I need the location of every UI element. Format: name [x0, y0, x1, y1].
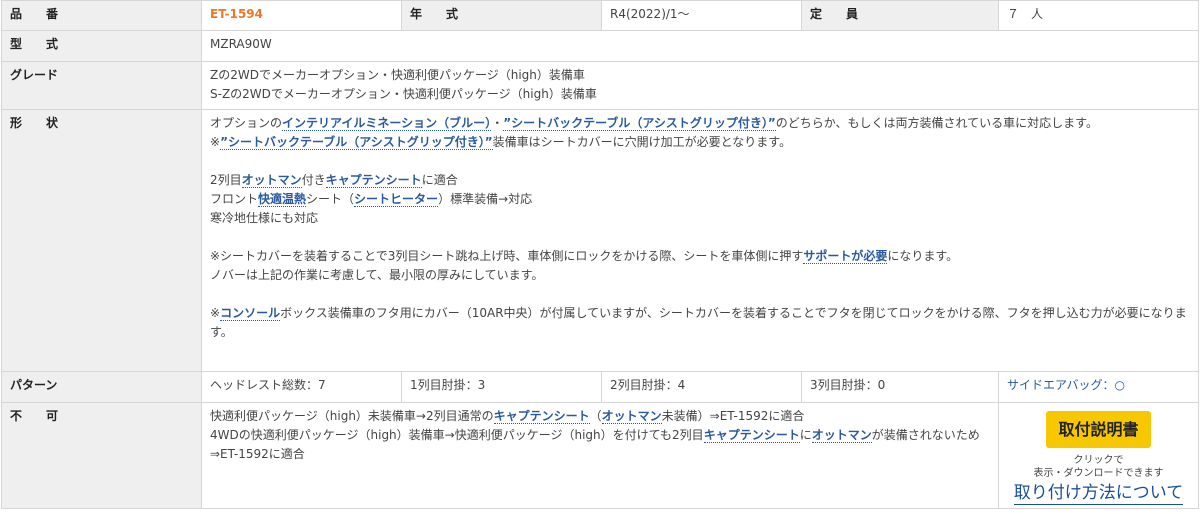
manual-cell: 取付説明書 クリックで 表示・ダウンロードできます 取り付け方法について — [998, 402, 1199, 509]
keyword-captain-seat-3[interactable]: キャプテンシート — [703, 428, 800, 443]
shape-para-3: 2列目オットマン付きキャプテンシートに適合 — [210, 173, 458, 188]
part-number-value: ET-1594 — [201, 0, 402, 31]
grade-line-2: S-Zの2WDでメーカーオプション・快適利便パッケージ（high）装備車 — [210, 87, 597, 101]
year-value: R4(2022)/1～ — [601, 0, 802, 31]
row-model: 型 式 MZRA90W — [1, 30, 1199, 62]
install-manual-button[interactable]: 取付説明書 — [1046, 411, 1151, 448]
label-not-fit: 不 可 — [1, 402, 202, 509]
row-shape: 形 状 オプションのインテリアイルミネーション（ブルー）・”シートバックテーブル… — [1, 109, 1199, 372]
keyword-comfort-heat[interactable]: 快適温熱 — [258, 192, 307, 207]
keyword-ottoman[interactable]: オットマン — [241, 173, 302, 188]
keyword-console[interactable]: コンソール — [220, 306, 281, 321]
shape-para-2: ※”シートバックテーブル（アシストグリップ付き）”装備車はシートカバーに穴開け加… — [210, 135, 792, 150]
keyword-ottoman-2[interactable]: オットマン — [601, 409, 662, 424]
not-fit-line-1: 快適利便パッケージ（high）未装備車→2列目通常のキャプテンシート（オットマン… — [210, 409, 805, 424]
shape-para-5: 寒冷地仕様にも対応 — [210, 211, 319, 225]
label-pattern: パターン — [1, 371, 202, 403]
row-part-number: 品 番 ET-1594 年 式 R4(2022)/1～ 定 員 ７ 人 — [1, 0, 1199, 31]
shape-para-4: フロント快適温熱シート（シートヒーター）標準装備→対応 — [210, 192, 533, 207]
not-fit-line-2: 4WDの快適利便パッケージ（high）装備車→快適利便パッケージ（high）を付… — [210, 428, 980, 461]
keyword-captain-seat[interactable]: キャプテンシート — [325, 173, 422, 188]
label-part-number: 品 番 — [1, 0, 202, 31]
row-grade: グレード Zの2WDでメーカーオプション・快適利便パッケージ（high）装備車 … — [1, 61, 1199, 110]
model-value: MZRA90W — [201, 30, 1199, 62]
row-not-fit: 不 可 快適利便パッケージ（high）未装備車→2列目通常のキャプテンシート（オ… — [1, 402, 1199, 509]
shape-para-7: ノバーは上記の作業に考慮して、最小限の厚みにしています。 — [210, 268, 544, 282]
not-fit-value: 快適利便パッケージ（high）未装備車→2列目通常のキャプテンシート（オットマン… — [201, 402, 999, 509]
keyword-seatback-table-2[interactable]: ”シートバックテーブル（アシストグリップ付き）” — [220, 135, 493, 150]
side-airbag: サイドエアバッグ：○ — [998, 371, 1199, 403]
keyword-seatback-table[interactable]: ”シートバックテーブル（アシストグリップ付き）” — [503, 116, 776, 131]
keyword-interior-illumination[interactable]: インテリアイルミネーション（ブルー） — [282, 116, 492, 131]
grade-value: Zの2WDでメーカーオプション・快適利便パッケージ（high）装備車 S-Zの2… — [201, 61, 1199, 110]
grade-line-1: Zの2WDでメーカーオプション・快適利便パッケージ（high）装備車 — [210, 68, 585, 82]
headrest-count: ヘッドレスト総数：7 — [201, 371, 402, 403]
row3-armrest: 3列目肘掛：0 — [801, 371, 999, 403]
label-capacity: 定 員 — [801, 0, 999, 31]
manual-note: クリックで 表示・ダウンロードできます — [1033, 455, 1164, 479]
keyword-seat-heater[interactable]: シートヒーター — [354, 192, 439, 207]
installation-method-link[interactable]: 取り付け方法について — [1013, 482, 1184, 505]
label-model: 型 式 — [1, 30, 202, 62]
keyword-support-needed[interactable]: サポートが必要 — [803, 249, 888, 264]
label-shape: 形 状 — [1, 109, 202, 372]
shape-value: オプションのインテリアイルミネーション（ブルー）・”シートバックテーブル（アシス… — [201, 109, 1199, 372]
keyword-ottoman-3[interactable]: オットマン — [811, 428, 872, 443]
shape-para-1: オプションのインテリアイルミネーション（ブルー）・”シートバックテーブル（アシス… — [210, 116, 1098, 131]
row-pattern: パターン ヘッドレスト総数：7 1列目肘掛：3 2列目肘掛：4 3列目肘掛：0 … — [1, 371, 1199, 403]
shape-para-8: ※コンソールボックス装備車のフタ用にカバー（10AR中央）が付属していますが、シ… — [210, 306, 1187, 339]
row1-armrest: 1列目肘掛：3 — [401, 371, 602, 403]
label-grade: グレード — [1, 61, 202, 110]
label-year: 年 式 — [401, 0, 602, 31]
capacity-value: ７ 人 — [998, 0, 1199, 31]
shape-para-6: ※シートカバーを装着することで3列目シート跳ね上げ時、車体側にロックをかける際、… — [210, 249, 959, 264]
keyword-captain-seat-2[interactable]: キャプテンシート — [493, 409, 590, 424]
spec-table: 品 番 ET-1594 年 式 R4(2022)/1～ 定 員 ７ 人 型 式 … — [1, 0, 1199, 509]
row2-armrest: 2列目肘掛：4 — [601, 371, 802, 403]
